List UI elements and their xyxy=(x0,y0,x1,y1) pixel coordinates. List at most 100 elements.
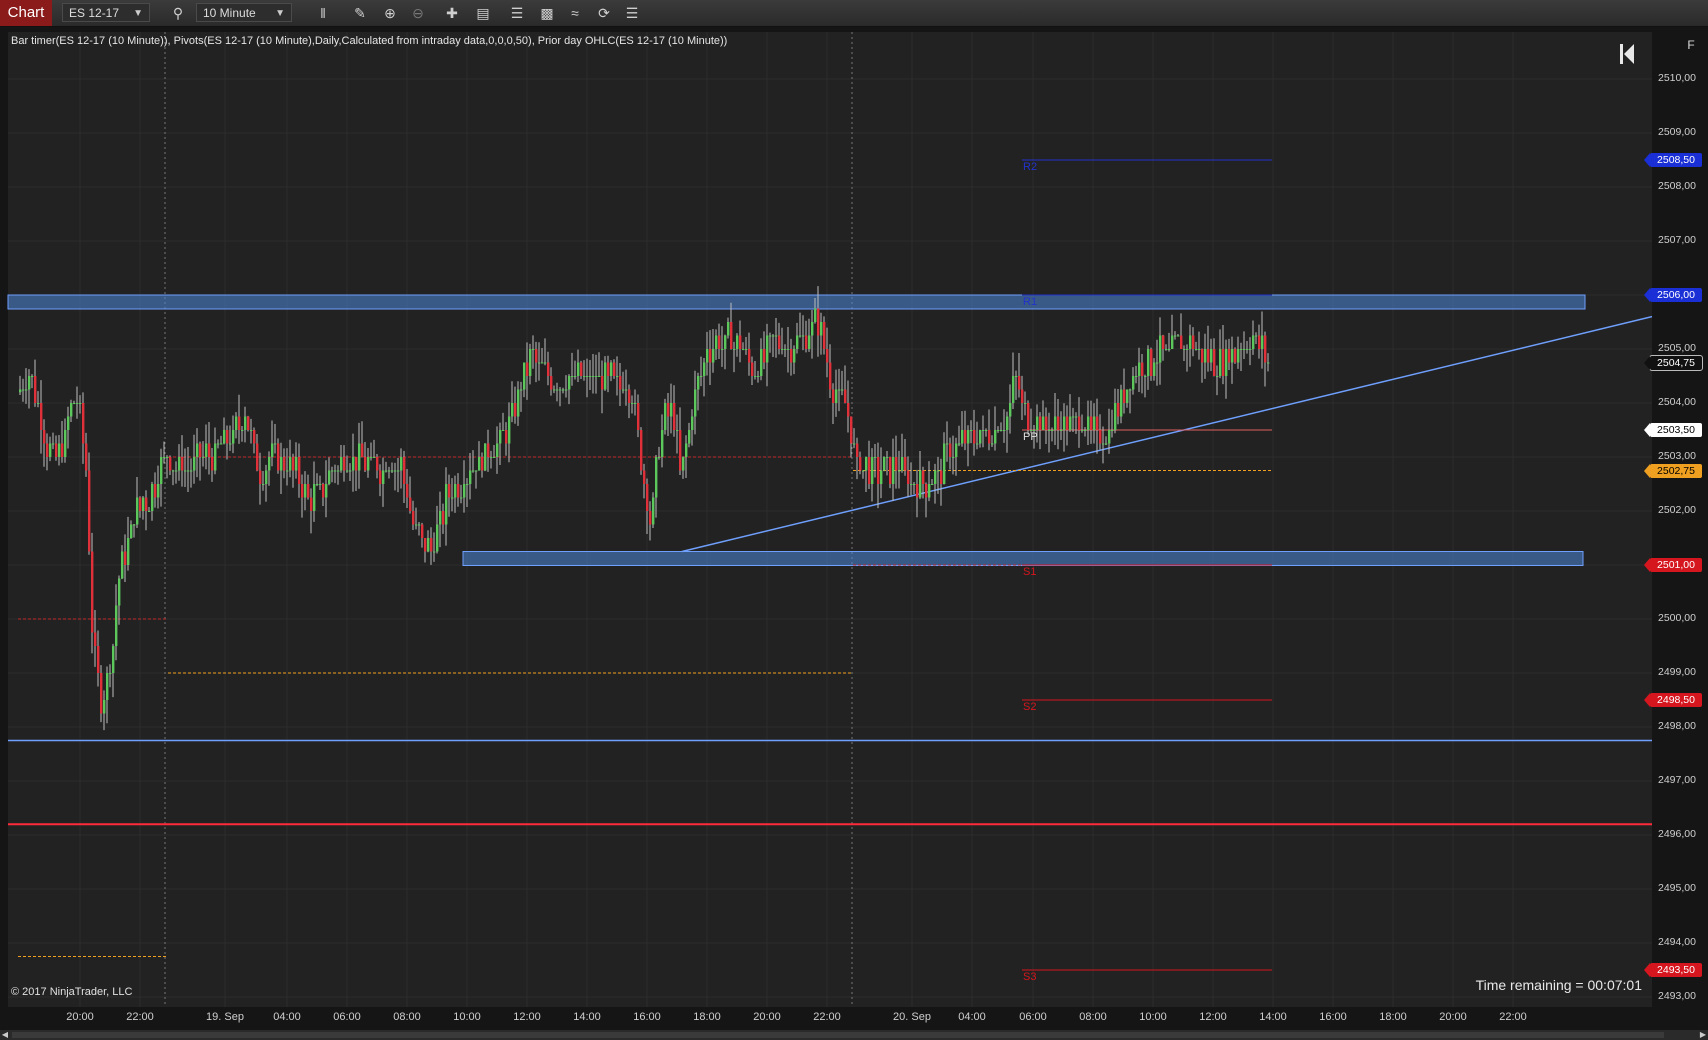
price-tag: 2498,50 xyxy=(1644,693,1702,707)
candle-down xyxy=(535,349,538,363)
zoom-in-icon[interactable]: ⊕ xyxy=(381,4,399,22)
candle-up xyxy=(1267,362,1270,364)
candle-up xyxy=(658,457,661,458)
candle-down xyxy=(1096,416,1099,430)
time-axis-label: 10:00 xyxy=(453,1011,481,1023)
candle-up xyxy=(439,511,442,525)
chart-toolbar: Chart ES 12-17 ▼ ⚲ 10 Minute ▼ ‖ ✎ ⊕ ⊖ ✚… xyxy=(0,0,1708,27)
candle-up xyxy=(304,484,307,498)
candle-down xyxy=(1090,416,1093,430)
time-axis-label: 16:00 xyxy=(633,1011,661,1023)
candle-up xyxy=(772,335,775,337)
interval-selector[interactable]: 10 Minute ▼ xyxy=(196,3,292,22)
candle-up xyxy=(595,376,598,377)
scroll-thumb[interactable] xyxy=(12,1032,1664,1038)
candle-down xyxy=(916,484,919,498)
candle-up xyxy=(340,457,343,471)
scroll-to-end-icon[interactable] xyxy=(1618,42,1636,66)
candle-up xyxy=(517,389,520,417)
bar-type-icon[interactable]: ‖ xyxy=(314,4,332,22)
indicators-icon[interactable]: ≈ xyxy=(566,4,584,22)
candle-up xyxy=(1237,349,1240,363)
scroll-right-icon[interactable]: ▶ xyxy=(1698,1030,1708,1040)
refresh-icon[interactable]: ⟳ xyxy=(595,4,613,22)
candle-up xyxy=(1210,349,1213,363)
candle-up xyxy=(262,484,265,485)
candle-up xyxy=(775,335,778,337)
candle-up xyxy=(880,470,883,484)
candle-up xyxy=(112,646,115,673)
candle-down xyxy=(256,443,259,471)
data-series-icon[interactable]: ☰ xyxy=(508,4,526,22)
candle-up xyxy=(577,362,580,376)
candle-up xyxy=(1147,349,1150,376)
zoom-out-icon[interactable]: ⊖ xyxy=(409,4,427,22)
candle-up xyxy=(400,457,403,471)
candle-up xyxy=(172,470,175,472)
candle-up xyxy=(1189,335,1192,349)
price-chart[interactable] xyxy=(0,27,1708,1030)
candle-up xyxy=(811,322,814,336)
price-axis-label: 2493,00 xyxy=(1658,990,1696,1002)
properties-icon[interactable]: ▤ xyxy=(474,4,492,22)
instrument-selector[interactable]: ES 12-17 ▼ xyxy=(62,3,150,22)
candle-down xyxy=(376,457,379,471)
candle-up xyxy=(1153,362,1156,376)
candle-up xyxy=(187,470,190,472)
candle-up xyxy=(721,349,724,350)
candle-up xyxy=(820,322,823,336)
price-axis-label: 2507,00 xyxy=(1658,234,1696,246)
price-tag: 2506,00 xyxy=(1644,288,1702,302)
candle-up xyxy=(130,524,133,538)
price-axis-label: 2504,00 xyxy=(1658,396,1696,408)
candle-up xyxy=(802,335,805,337)
candle-down xyxy=(1018,376,1021,390)
time-axis-label: 06:00 xyxy=(333,1011,361,1023)
candle-up xyxy=(952,457,955,458)
time-axis-label: 20. Sep xyxy=(893,1011,931,1023)
time-axis-label: 22:00 xyxy=(1499,1011,1527,1023)
candle-down xyxy=(505,430,508,444)
crosshair-icon[interactable]: ✚ xyxy=(443,4,461,22)
candle-up xyxy=(460,497,463,499)
candle-up xyxy=(175,470,178,472)
candle-up xyxy=(1231,349,1234,363)
candle-up xyxy=(841,389,844,391)
candle-down xyxy=(94,632,97,646)
candle-up xyxy=(892,457,895,484)
candle-up xyxy=(781,349,784,350)
candle-up xyxy=(1105,443,1108,445)
candle-up xyxy=(214,443,217,471)
horizontal-scrollbar[interactable]: ◀ ▶ xyxy=(0,1030,1708,1040)
pencil-draw-icon[interactable]: ✎ xyxy=(351,4,369,22)
candle-up xyxy=(190,470,193,472)
candle-down xyxy=(925,484,928,498)
candle-up xyxy=(766,335,769,363)
candle-down xyxy=(1117,403,1120,417)
candle-up xyxy=(64,430,67,457)
candle-down xyxy=(628,389,631,403)
list-icon[interactable]: ☰ xyxy=(623,4,641,22)
chart-tab[interactable]: Chart xyxy=(0,0,52,26)
f-button[interactable]: F xyxy=(1680,34,1702,56)
strategies-icon[interactable]: ▩ xyxy=(538,4,556,22)
candle-up xyxy=(217,443,220,445)
candle-down xyxy=(88,470,91,552)
price-tag: 2503,50 xyxy=(1644,423,1702,437)
candle-down xyxy=(817,308,820,336)
candle-up xyxy=(754,376,757,377)
candle-down xyxy=(1045,416,1048,430)
candle-up xyxy=(523,362,526,390)
scroll-left-icon[interactable]: ◀ xyxy=(0,1030,10,1040)
search-icon[interactable]: ⚲ xyxy=(169,4,187,22)
candle-up xyxy=(883,457,886,471)
candle-up xyxy=(1102,443,1105,445)
price-tag: 2502,75 xyxy=(1644,463,1702,478)
candle-up xyxy=(913,484,916,485)
candle-up xyxy=(1108,430,1111,444)
candle-up xyxy=(265,470,268,484)
candle-up xyxy=(604,362,607,390)
candle-up xyxy=(946,443,949,445)
candle-down xyxy=(343,457,346,471)
candle-up xyxy=(1126,389,1129,403)
